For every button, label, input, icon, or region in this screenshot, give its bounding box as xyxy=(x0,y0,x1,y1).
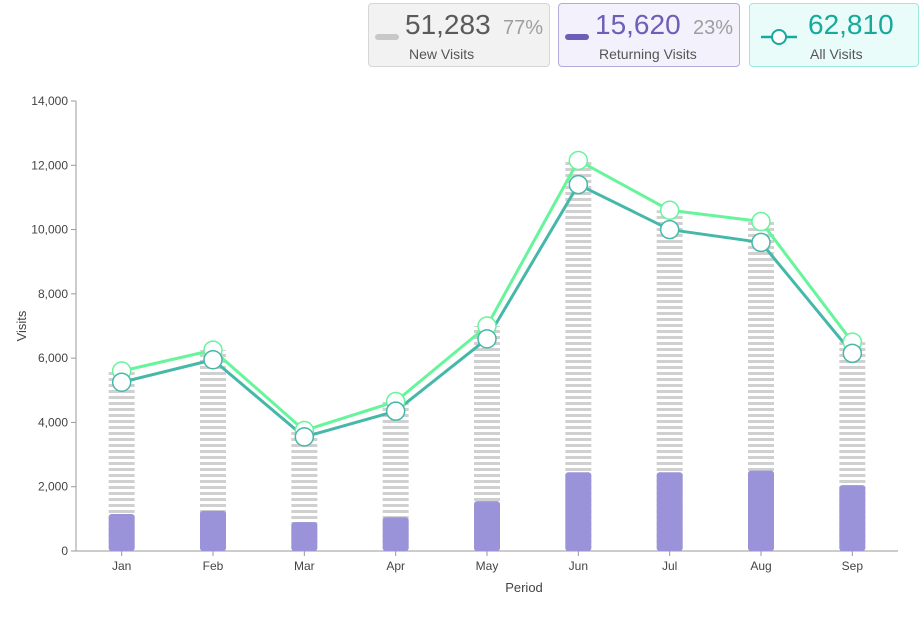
bar-returning-visits[interactable] xyxy=(382,517,409,551)
y-tick-label: 4,000 xyxy=(38,415,68,429)
x-tick-label: Jun xyxy=(569,559,588,573)
all-visits-marker[interactable] xyxy=(477,329,497,349)
bar-returning-visits[interactable] xyxy=(565,472,592,551)
x-tick-label: Jan xyxy=(112,559,131,573)
all-visits-marker[interactable] xyxy=(294,427,315,447)
bar-returning-visits[interactable] xyxy=(839,485,866,551)
bar-returning-visits[interactable] xyxy=(656,472,683,551)
all-visits-marker[interactable] xyxy=(659,219,680,240)
y-tick-label: 2,000 xyxy=(38,480,68,494)
upper-line-marker[interactable] xyxy=(568,150,589,171)
x-tick-label: Sep xyxy=(842,559,864,573)
all-visits-marker[interactable] xyxy=(385,401,406,421)
visits-chart: 0 2,000 4,000 6,000 8,000 10,000 12,000 14,000 J… xyxy=(14,94,898,595)
y-tick-label: 14,000 xyxy=(31,94,68,108)
y-tick-label: 12,000 xyxy=(31,158,68,172)
upper-line-marker[interactable] xyxy=(751,211,771,232)
x-tick-label: Jul xyxy=(662,559,677,573)
x-tick-label: Feb xyxy=(203,559,224,573)
y-tick-label: 6,000 xyxy=(38,351,68,365)
all-visits-marker[interactable] xyxy=(842,343,863,364)
x-tick-label: Apr xyxy=(386,559,405,573)
all-visits-marker[interactable] xyxy=(568,174,589,195)
y-tick-label: 0 xyxy=(61,544,68,558)
all-visits-marker[interactable] xyxy=(751,232,771,253)
all-visits-marker[interactable] xyxy=(203,350,223,370)
x-tick-label: Mar xyxy=(294,559,315,573)
bar-returning-visits[interactable] xyxy=(200,510,226,551)
upper-line-marker[interactable] xyxy=(659,200,680,221)
bar-returning-visits[interactable] xyxy=(291,522,318,551)
x-tick-label: Aug xyxy=(750,559,771,573)
x-tick-label: May xyxy=(476,559,499,573)
x-axis-title: Period xyxy=(505,580,543,595)
bar-returning-visits[interactable] xyxy=(474,501,500,551)
y-axis-title: Visits xyxy=(14,310,29,341)
y-tick-label: 10,000 xyxy=(31,223,68,237)
bar-returning-visits[interactable] xyxy=(108,514,135,551)
bar-returning-visits[interactable] xyxy=(748,470,774,551)
y-tick-label: 8,000 xyxy=(38,287,68,301)
all-visits-marker[interactable] xyxy=(111,372,132,392)
